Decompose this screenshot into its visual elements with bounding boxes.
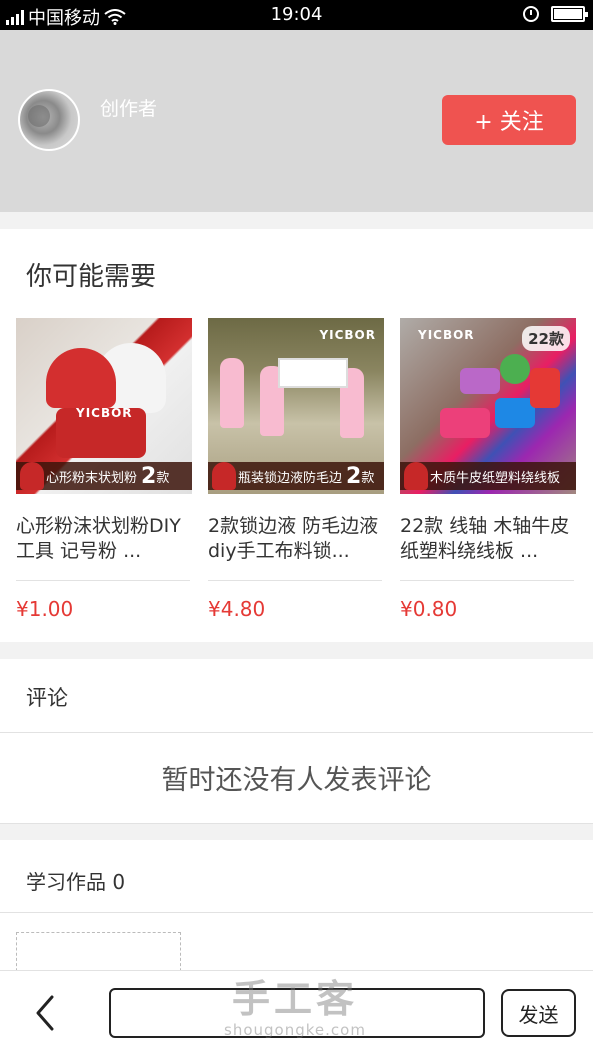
divider	[400, 580, 574, 581]
brand-logo: YICBOR	[76, 406, 133, 420]
product-image[interactable]: YICBOR 瓶装锁边液防毛边 2 款	[208, 318, 384, 494]
brand-logo: YICBOR	[319, 328, 376, 342]
banner-text: 心形粉末状划粉	[46, 470, 138, 486]
divider	[208, 580, 382, 581]
product-image[interactable]: YICBOR 22款 木质牛皮纸塑料绕线板	[400, 318, 576, 494]
follow-label: + 关注	[474, 110, 544, 135]
status-right	[523, 6, 588, 22]
divider	[0, 912, 593, 913]
banner-text: 瓶装锁边液防毛边	[238, 470, 343, 486]
clock: 19:04	[270, 4, 323, 25]
shop-badge-icon	[212, 462, 236, 490]
brand-logo: YICBOR	[418, 328, 475, 342]
divider	[0, 732, 593, 733]
product-name[interactable]: 22款 线轴 木轴牛皮纸塑料绕线板 ...	[400, 514, 576, 564]
banner-suffix: 款	[156, 470, 170, 486]
product-price: ¥1.00	[16, 597, 74, 621]
product-name[interactable]: 2款锁边液 防毛边液 diy手工布料锁...	[208, 514, 384, 564]
recommend-title: 你可能需要	[26, 262, 157, 292]
empty-comments-text: 暂时还没有人发表评论	[161, 765, 432, 796]
section-divider	[0, 824, 593, 840]
author-header: 创作者 + 关注	[0, 30, 593, 212]
product-image[interactable]: YICBOR 心形粉末状划粉 2 款	[16, 318, 192, 494]
works-title: 学习作品 0	[26, 870, 126, 894]
status-bar: 中国移动 19:04	[0, 0, 593, 30]
product-price: ¥0.80	[400, 597, 458, 621]
alarm-icon	[523, 6, 539, 22]
product-price: ¥4.80	[208, 597, 266, 621]
variant-count-badge: 22款	[522, 326, 570, 351]
product-card[interactable]: YICBOR 瓶装锁边液防毛边 2 款 2款锁边液 防毛边液 diy手工布料锁.…	[208, 318, 384, 621]
follow-button[interactable]: + 关注	[442, 95, 576, 145]
shop-badge-icon	[20, 462, 44, 490]
send-button[interactable]: 发送	[501, 989, 576, 1037]
comments-title: 评论	[26, 686, 68, 710]
product-name[interactable]: 心形粉沫状划粉DIY工具 记号粉 ...	[16, 514, 192, 564]
bottom-bar: 发送	[0, 970, 593, 1054]
banner-number: 2	[346, 463, 362, 489]
battery-icon	[551, 6, 588, 22]
comment-input[interactable]	[109, 988, 485, 1038]
product-card[interactable]: YICBOR 心形粉末状划粉 2 款 心形粉沫状划粉DIY工具 记号粉 ... …	[16, 318, 192, 621]
product-card[interactable]: YICBOR 22款 木质牛皮纸塑料绕线板 22款 线轴 木轴牛皮纸塑料绕线板 …	[400, 318, 576, 621]
author-name[interactable]: 创作者	[100, 94, 157, 121]
avatar[interactable]	[18, 89, 80, 151]
send-label: 发送	[518, 1002, 559, 1027]
section-divider	[0, 642, 593, 659]
shop-badge-icon	[404, 462, 428, 490]
back-arrow-icon[interactable]	[30, 993, 60, 1033]
banner-number: 2	[141, 463, 157, 489]
divider	[16, 580, 190, 581]
banner-suffix: 款	[361, 470, 375, 486]
section-divider	[0, 212, 593, 229]
banner-text: 木质牛皮纸塑料绕线板	[430, 470, 561, 486]
